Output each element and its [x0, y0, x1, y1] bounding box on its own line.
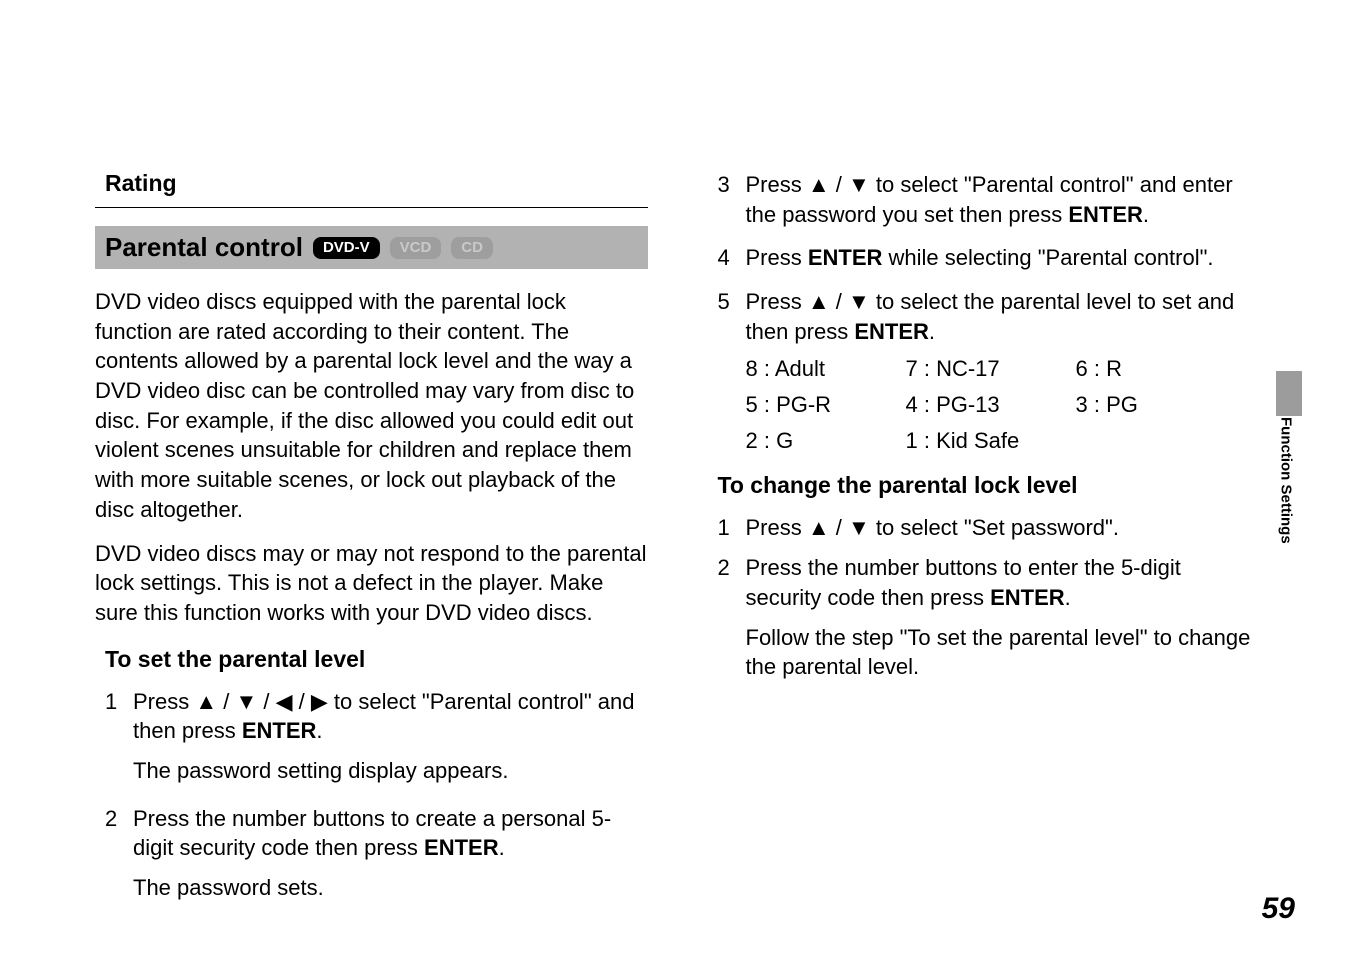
enter-key: ENTER	[242, 718, 317, 743]
rating-heading-rule	[95, 207, 648, 208]
text: Press	[746, 289, 808, 314]
step-number: 1	[718, 513, 746, 543]
enter-key: ENTER	[990, 585, 1065, 610]
rating-cell: 4 : PG-13	[906, 392, 1076, 418]
arrow-icons: ▲ / ▼	[808, 289, 870, 314]
step-body: Press ▲ / ▼ to select the parental level…	[746, 287, 1261, 346]
set-step-5: 5 Press ▲ / ▼ to select the parental lev…	[708, 287, 1261, 346]
enter-key: ENTER	[1068, 202, 1143, 227]
rating-cell: 7 : NC-17	[906, 356, 1076, 382]
text: to select "Set password".	[870, 515, 1119, 540]
step-body: Press the number buttons to enter the 5-…	[746, 553, 1261, 612]
arrow-icons: ▲ / ▼ / ◀ / ▶	[195, 689, 327, 714]
set-step-2: 2 Press the number buttons to create a p…	[95, 804, 648, 863]
step-number: 1	[105, 687, 133, 746]
change-step-2: 2 Press the number buttons to enter the …	[708, 553, 1261, 612]
rating-cell: 2 : G	[746, 428, 906, 454]
change-step-1: 1 Press ▲ / ▼ to select "Set password".	[708, 513, 1261, 543]
subhead-change-level: To change the parental lock level	[718, 472, 1261, 499]
text: .	[1143, 202, 1149, 227]
rating-cell: 8 : Adult	[746, 356, 906, 382]
rating-cell: 3 : PG	[1076, 392, 1196, 418]
text: .	[316, 718, 322, 743]
intro-paragraph-1: DVD video discs equipped with the parent…	[95, 287, 648, 525]
text: Press the number buttons to enter the 5-…	[746, 555, 1181, 610]
page-body: Rating Parental control DVD-V VCD CD DVD…	[0, 0, 1350, 951]
step-body: Press ▲ / ▼ to select "Parental control"…	[746, 170, 1261, 229]
rating-cell: 6 : R	[1076, 356, 1196, 382]
change-step-2-sub: Follow the step "To set the parental lev…	[746, 623, 1261, 682]
badge-vcd: VCD	[390, 237, 442, 259]
arrow-icons: ▲ / ▼	[808, 515, 870, 540]
step-number: 5	[718, 287, 746, 346]
right-column: 3 Press ▲ / ▼ to select "Parental contro…	[708, 170, 1261, 921]
step-body: Press ▲ / ▼ / ◀ / ▶ to select "Parental …	[133, 687, 648, 746]
text: .	[499, 835, 505, 860]
text: Press	[746, 515, 808, 540]
text: .	[1065, 585, 1071, 610]
step-number: 4	[718, 243, 746, 273]
page-number: 59	[1262, 892, 1295, 926]
section-title: Parental control	[105, 232, 303, 263]
side-tab-label: Function Settings	[1273, 380, 1295, 580]
enter-key: ENTER	[808, 245, 883, 270]
step-body: Press ENTER while selecting "Parental co…	[746, 243, 1261, 273]
subhead-set-level: To set the parental level	[105, 646, 648, 673]
set-step-3: 3 Press ▲ / ▼ to select "Parental contro…	[708, 170, 1261, 229]
text: Press	[746, 172, 808, 197]
rating-heading: Rating	[95, 170, 648, 197]
step-number: 2	[105, 804, 133, 863]
arrow-icons: ▲ / ▼	[808, 172, 870, 197]
rating-cell: 5 : PG-R	[746, 392, 906, 418]
text: Press the number buttons to create a per…	[133, 806, 611, 861]
set-step-1: 1 Press ▲ / ▼ / ◀ / ▶ to select "Parenta…	[95, 687, 648, 746]
badge-dvdv: DVD-V	[313, 237, 380, 259]
step-number: 3	[718, 170, 746, 229]
left-column: Rating Parental control DVD-V VCD CD DVD…	[95, 170, 648, 921]
enter-key: ENTER	[854, 319, 929, 344]
step-body: Press ▲ / ▼ to select "Set password".	[746, 513, 1261, 543]
text: while selecting "Parental control".	[882, 245, 1213, 270]
badge-cd: CD	[451, 237, 493, 259]
step-number: 2	[718, 553, 746, 612]
text: Press	[746, 245, 808, 270]
set-step-2-sub: The password sets.	[133, 873, 648, 903]
enter-key: ENTER	[424, 835, 499, 860]
set-step-1-sub: The password setting display appears.	[133, 756, 648, 786]
rating-cell: 1 : Kid Safe	[906, 428, 1076, 454]
intro-paragraph-2: DVD video discs may or may not respond t…	[95, 539, 648, 628]
section-titlebar: Parental control DVD-V VCD CD	[95, 226, 648, 269]
text: .	[929, 319, 935, 344]
rating-cell	[1076, 428, 1196, 454]
step-body: Press the number buttons to create a per…	[133, 804, 648, 863]
text: Press	[133, 689, 195, 714]
ratings-grid: 8 : Adult 7 : NC-17 6 : R 5 : PG-R 4 : P…	[746, 356, 1261, 454]
set-step-4: 4 Press ENTER while selecting "Parental …	[708, 243, 1261, 273]
